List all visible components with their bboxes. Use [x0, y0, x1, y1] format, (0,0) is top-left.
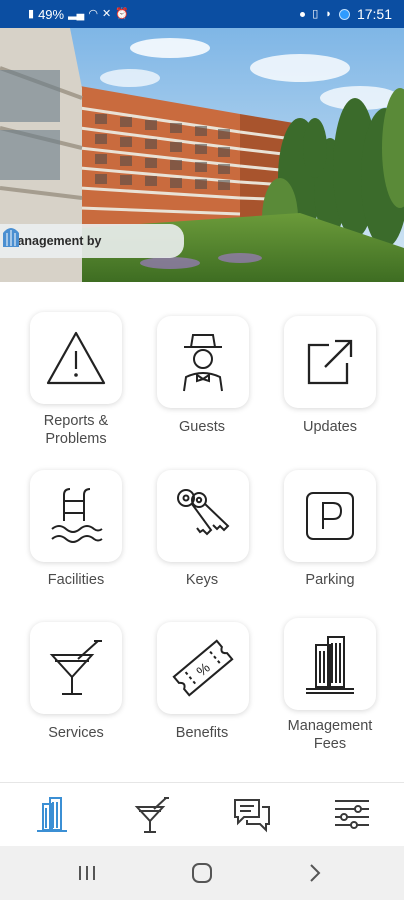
battery-icon: ▮	[28, 7, 35, 20]
external-link-icon	[307, 339, 353, 385]
guests-tile[interactable]	[157, 316, 249, 408]
chat-bubbles-icon	[234, 799, 270, 833]
discount-ticket-icon: %	[172, 639, 234, 697]
facilities-label: Facilities	[47, 572, 105, 588]
bottom-nav	[0, 782, 404, 846]
nfc-icon: ✕	[101, 7, 112, 20]
mute-icon: ◗	[325, 7, 332, 20]
building-icon	[306, 636, 354, 694]
updates-tile[interactable]	[284, 316, 376, 408]
status-bar: ▮ 49% ▂▄ ◠ ✕ ⏰ ▯ ◗ 17:51	[0, 0, 404, 28]
building-dome-logo-icon	[3, 228, 19, 247]
services-label: Services	[48, 725, 104, 741]
parking-label: Parking	[305, 572, 355, 588]
reports-problems-tile[interactable]	[30, 312, 122, 404]
guests-label: Guests	[179, 419, 225, 435]
nav-settings-button[interactable]	[330, 793, 374, 837]
alarm-icon: ⏰	[115, 7, 129, 20]
notification-dot-icon	[300, 11, 306, 17]
recent-apps-icon	[79, 866, 95, 880]
status-left: ▮ 49% ▂▄ ◠ ✕ ⏰	[28, 7, 129, 22]
management-badge[interactable]: Management by	[0, 224, 184, 258]
benefits-label: Benefits	[175, 725, 229, 741]
nav-chat-button[interactable]	[230, 793, 274, 837]
services-tile[interactable]	[30, 622, 122, 714]
sliders-icon	[335, 800, 369, 829]
cocktail-icon	[134, 797, 169, 833]
app-badge-icon	[338, 8, 350, 20]
back-button[interactable]	[300, 860, 330, 886]
home-button[interactable]	[187, 860, 217, 886]
benefits-tile[interactable]: %	[157, 622, 249, 714]
facilities-tile[interactable]	[30, 470, 122, 562]
pool-ladder-icon	[51, 488, 103, 543]
keys-label: Keys	[185, 572, 219, 588]
parking-tile[interactable]	[284, 470, 376, 562]
battery-percent: 49%	[38, 6, 65, 22]
building-icon	[37, 797, 67, 832]
signal-icon: ▂▄	[68, 7, 85, 20]
vibrate-icon: ▯	[312, 7, 319, 20]
management-fees-label: Management Fees	[287, 718, 373, 752]
nav-services-button[interactable]	[130, 793, 174, 837]
updates-label: Updates	[302, 419, 357, 435]
clock: 17:51	[356, 6, 392, 22]
wifi-icon: ◠	[88, 7, 98, 20]
cocktail-icon	[49, 640, 102, 695]
guest-person-icon	[183, 334, 223, 392]
hero-image: Management by	[0, 28, 404, 282]
chevron-right-icon	[310, 864, 321, 882]
management-fees-tile[interactable]	[284, 618, 376, 710]
warning-triangle-icon	[46, 331, 106, 385]
home-icon	[192, 863, 212, 883]
status-right: ▯ ◗ 17:51	[300, 6, 392, 22]
reports-problems-label: Reports & Problems	[43, 413, 109, 447]
system-nav-bar	[0, 846, 404, 900]
nav-home-button[interactable]	[30, 793, 74, 837]
svg-text:%: %	[193, 659, 213, 679]
parking-icon	[306, 492, 354, 540]
keys-tile[interactable]	[157, 470, 249, 562]
recent-apps-button[interactable]	[72, 860, 102, 886]
keys-icon	[177, 489, 230, 536]
